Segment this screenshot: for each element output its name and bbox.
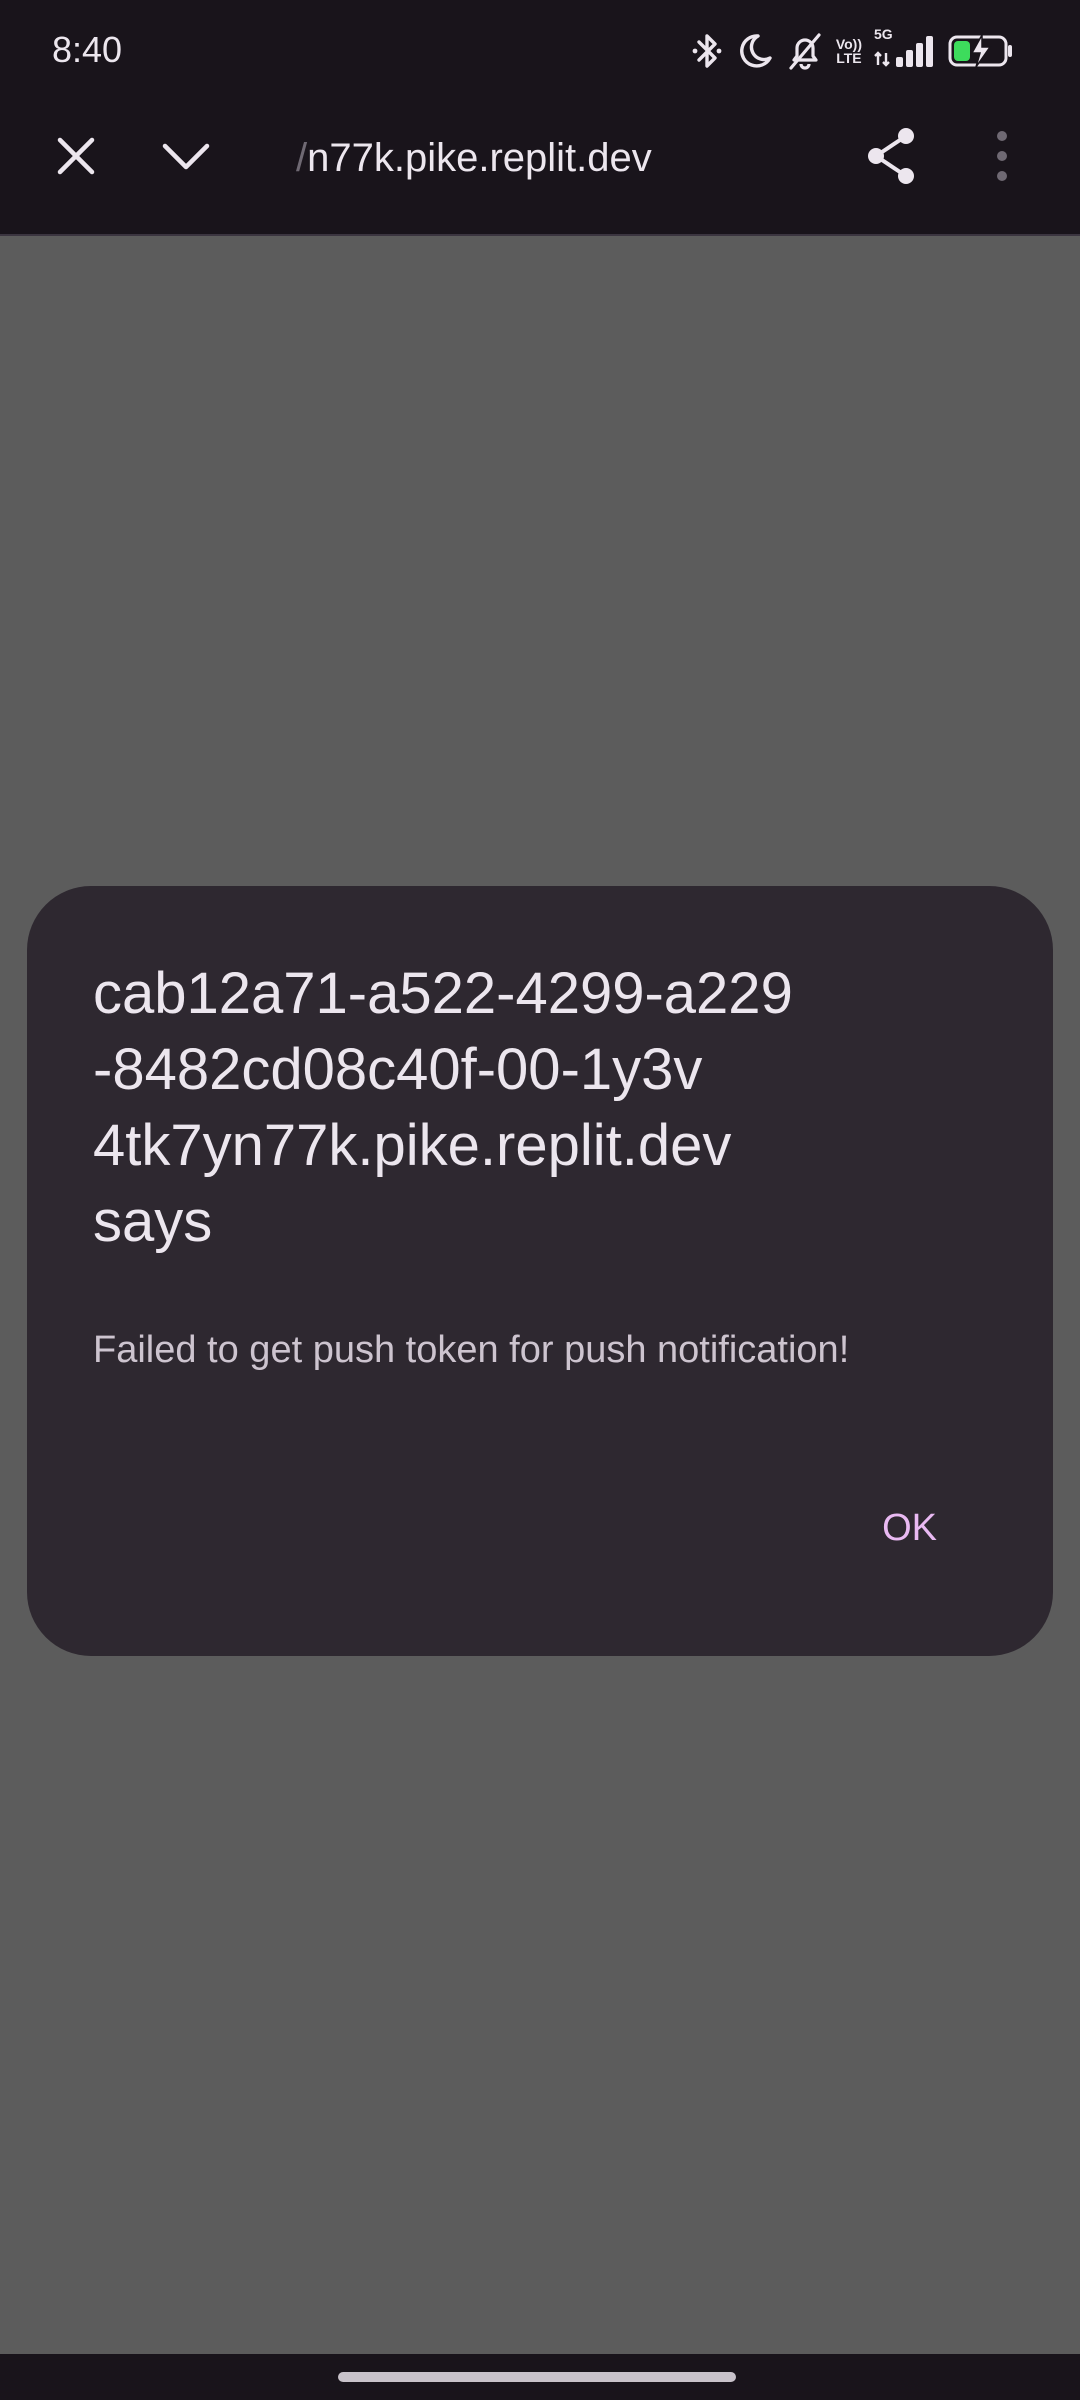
- status-bar: 8:40 Vo)) LTE 5G: [0, 0, 1080, 100]
- ok-button[interactable]: OK: [870, 1496, 949, 1560]
- network-label: 5G: [874, 26, 893, 42]
- do-not-disturb-moon-icon: [736, 31, 774, 71]
- status-icons: Vo)) LTE 5G: [690, 27, 1014, 74]
- dialog-title: cab12a71-a522-4299-a229 -8482cd08c40f-00…: [93, 961, 793, 1254]
- home-handle[interactable]: [338, 2372, 736, 2382]
- share-button[interactable]: [852, 116, 932, 196]
- more-vert-icon: [997, 131, 1007, 181]
- chevron-down-icon: [162, 143, 210, 170]
- 5g-signal-icon: 5G: [874, 27, 936, 71]
- more-options-button[interactable]: [962, 116, 1042, 196]
- close-button[interactable]: [36, 116, 116, 196]
- url-text[interactable]: /n77k.pike.replit.dev: [296, 134, 816, 182]
- url-domain: n77k.pike.replit.dev: [307, 136, 652, 180]
- volte-icon: Vo)) LTE: [836, 37, 862, 65]
- alert-dialog: cab12a71-a522-4299-a229 -8482cd08c40f-00…: [27, 886, 1053, 1656]
- status-time: 8:40: [52, 29, 123, 70]
- battery-charging-icon: [948, 31, 1014, 71]
- minimize-button[interactable]: [146, 116, 226, 196]
- bluetooth-icon: [690, 31, 724, 71]
- bell-off-icon: [786, 31, 824, 71]
- volte-top-text: Vo)): [835, 36, 862, 52]
- volte-bottom-text: LTE: [836, 50, 862, 66]
- gesture-nav-bar: [0, 2354, 1080, 2400]
- share-icon: [868, 128, 914, 184]
- dialog-message: Failed to get push token for push notifi…: [93, 1329, 850, 1371]
- url-fade-text: /: [296, 136, 308, 180]
- close-icon: [57, 137, 95, 175]
